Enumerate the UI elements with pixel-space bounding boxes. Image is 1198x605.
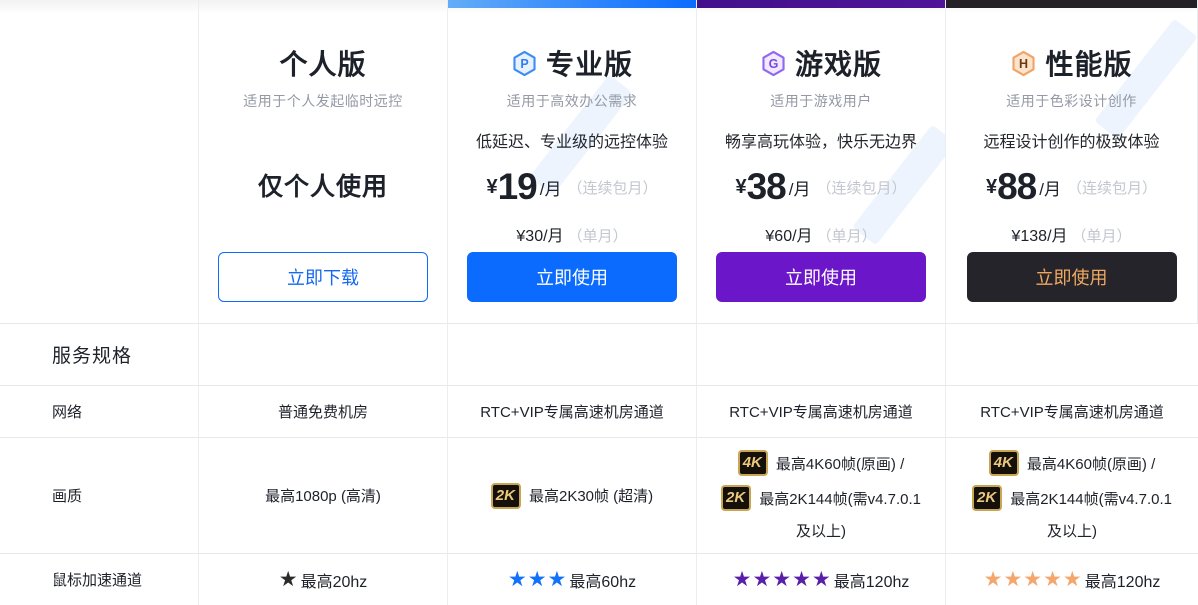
section-empty-cell xyxy=(946,323,1198,385)
resolution-badge-4k: 4K xyxy=(988,450,1019,476)
plan-alt-price: ¥60/月 （单月） xyxy=(765,222,876,246)
plan-card-professional: P 专业版 适用于高效办公需求 低延迟、专业级的远控体验 ¥19/月 （连续包月）… xyxy=(448,0,697,323)
plan-card-performance: H 性能版 适用于色彩设计创作 远程设计创作的极致体验 ¥88/月 （连续包月） … xyxy=(946,0,1198,323)
plan-title: 专业版 xyxy=(545,49,633,80)
pricing-table: 个人版 适用于个人发起临时远控 仅个人使用 立即下载 P 专业版 适用于高效办公… xyxy=(0,0,1198,605)
plan-accent-bar xyxy=(946,0,1197,8)
game-badge-icon: G xyxy=(762,50,785,76)
plan-tagline: 远程设计创作的极致体验 xyxy=(983,134,1160,151)
resolution-badge-2k: 2K xyxy=(972,485,1003,511)
section-empty-cell xyxy=(199,323,448,385)
plan-alt-price: ¥30/月 （单月） xyxy=(516,222,627,246)
plan-card-performance-content: H 性能版 适用于色彩设计创作 远程设计创作的极致体验 ¥88/月 （连续包月） … xyxy=(946,8,1197,323)
plan-title: 游戏版 xyxy=(794,49,882,80)
price-currency: ¥ xyxy=(985,175,998,198)
mouse-cell-personal: ★ 最高20hz xyxy=(199,553,448,605)
price-unit: /月 xyxy=(1039,179,1061,199)
plan-tagline: 低延迟、专业级的远控体验 xyxy=(475,134,668,151)
svg-text:H: H xyxy=(1019,57,1028,71)
row-label-mouse: 鼠标加速通道 xyxy=(0,553,199,605)
use-now-button[interactable]: 立即使用 xyxy=(467,252,677,302)
plan-alt-price: ¥138/月 （单月） xyxy=(1011,222,1131,246)
quality-cell-personal: 最高1080p (高清) xyxy=(199,437,448,553)
performance-badge-icon: H xyxy=(1012,50,1036,76)
row-label-quality: 画质 xyxy=(0,437,199,553)
plan-title: 性能版 xyxy=(1045,49,1133,80)
pricing-page: 个人版 适用于个人发起临时远控 仅个人使用 立即下载 P 专业版 适用于高效办公… xyxy=(0,0,1198,605)
resolution-badge-2k: 2K xyxy=(721,485,752,511)
plan-accent-bar xyxy=(448,0,696,8)
quality-cell-professional: 2K 最高2K30帧 (超清) xyxy=(448,437,697,553)
network-cell-professional: RTC+VIP专属高速机房通道 xyxy=(448,385,697,437)
section-title-cell: 服务规格 xyxy=(0,323,199,385)
price-currency: ¥ xyxy=(735,175,747,198)
plan-tagline: 畅享高玩体验，快乐无边界 xyxy=(724,134,917,151)
quality-cell-game: 4K 最高4K60帧(原画) / 2K 最高2K144帧(需v4.7.0.1 及… xyxy=(697,437,946,553)
network-cell-performance: RTC+VIP专属高速机房通道 xyxy=(946,385,1198,437)
plan-card-game-content: G 游戏版 适用于游戏用户 畅享高玩体验，快乐无边界 ¥38/月 （连续包月） ¥… xyxy=(697,8,945,323)
network-cell-game: RTC+VIP专属高速机房通道 xyxy=(697,385,946,437)
alt-price-note: （单月） xyxy=(816,228,877,245)
plan-highlight: 仅个人使用 xyxy=(257,173,388,201)
plan-price: ¥38/月 （连续包月） xyxy=(735,165,906,209)
plan-accent-bar xyxy=(697,0,945,8)
resolution-badge-4k: 4K xyxy=(737,450,768,476)
plan-card-game: G 游戏版 适用于游戏用户 畅享高玩体验，快乐无边界 ¥38/月 （连续包月） ¥… xyxy=(697,0,946,323)
mouse-cell-performance: ★★★★★ 最高120hz xyxy=(946,553,1198,605)
svg-text:G: G xyxy=(769,57,779,71)
alt-price-text: ¥138/月 xyxy=(1011,228,1068,245)
use-now-button[interactable]: 立即使用 xyxy=(716,252,926,302)
section-title: 服务规格 xyxy=(52,346,133,367)
network-cell-personal: 普通免费机房 xyxy=(199,385,448,437)
price-amount: 88 xyxy=(997,166,1037,207)
row-label-network: 网络 xyxy=(0,385,199,437)
use-now-button[interactable]: 立即使用 xyxy=(966,252,1177,302)
plan-price: ¥19/月 （连续包月） xyxy=(486,165,657,209)
plan-title: 个人版 xyxy=(279,49,367,80)
mouse-cell-game: ★★★★★ 最高120hz xyxy=(697,553,946,605)
download-button[interactable]: 立即下载 xyxy=(218,252,428,302)
plan-card-personal: 个人版 适用于个人发起临时远控 仅个人使用 立即下载 xyxy=(199,0,448,323)
section-empty-cell xyxy=(448,323,697,385)
price-amount: 19 xyxy=(497,166,538,207)
plan-subtitle: 适用于高效办公需求 xyxy=(506,93,638,109)
alt-price-text: ¥30/月 xyxy=(516,228,564,245)
plan-card-professional-content: P 专业版 适用于高效办公需求 低延迟、专业级的远控体验 ¥19/月 （连续包月）… xyxy=(448,8,696,323)
plan-card-personal-content: 个人版 适用于个人发起临时远控 仅个人使用 立即下载 xyxy=(199,8,447,323)
plan-price: ¥88/月 （连续包月） xyxy=(986,165,1157,209)
resolution-badge-2k: 2K xyxy=(490,482,521,509)
quality-cell-performance: 4K 最高4K60帧(原画) / 2K 最高2K144帧(需v4.7.0.1 及… xyxy=(946,437,1198,553)
price-note: （连续包月） xyxy=(567,179,658,197)
mouse-cell-professional: ★★★ 最高60hz xyxy=(448,553,697,605)
price-unit: /月 xyxy=(788,179,811,199)
star-rating-icon: ★★★★★ xyxy=(983,568,1083,591)
alt-price-note: （单月） xyxy=(1071,228,1132,245)
alt-price-note: （单月） xyxy=(567,228,628,245)
plan-subtitle: 适用于色彩设计创作 xyxy=(1006,93,1137,109)
price-currency: ¥ xyxy=(486,175,498,198)
star-rating-icon: ★★★ xyxy=(507,568,568,591)
section-empty-cell xyxy=(697,323,946,385)
price-note: （连续包月） xyxy=(816,179,907,197)
price-amount: 38 xyxy=(746,166,787,207)
plan-subtitle: 适用于游戏用户 xyxy=(770,93,872,109)
star-rating-icon: ★ xyxy=(278,568,299,591)
plan-subtitle: 适用于个人发起临时远控 xyxy=(243,93,403,109)
svg-text:P: P xyxy=(520,57,528,71)
price-note: （连续包月） xyxy=(1067,179,1158,197)
alt-price-text: ¥60/月 xyxy=(765,228,813,245)
star-rating-icon: ★★★★★ xyxy=(732,568,832,591)
header-label-spacer xyxy=(0,0,199,323)
professional-badge-icon: P xyxy=(513,50,536,76)
price-unit: /月 xyxy=(539,179,562,199)
